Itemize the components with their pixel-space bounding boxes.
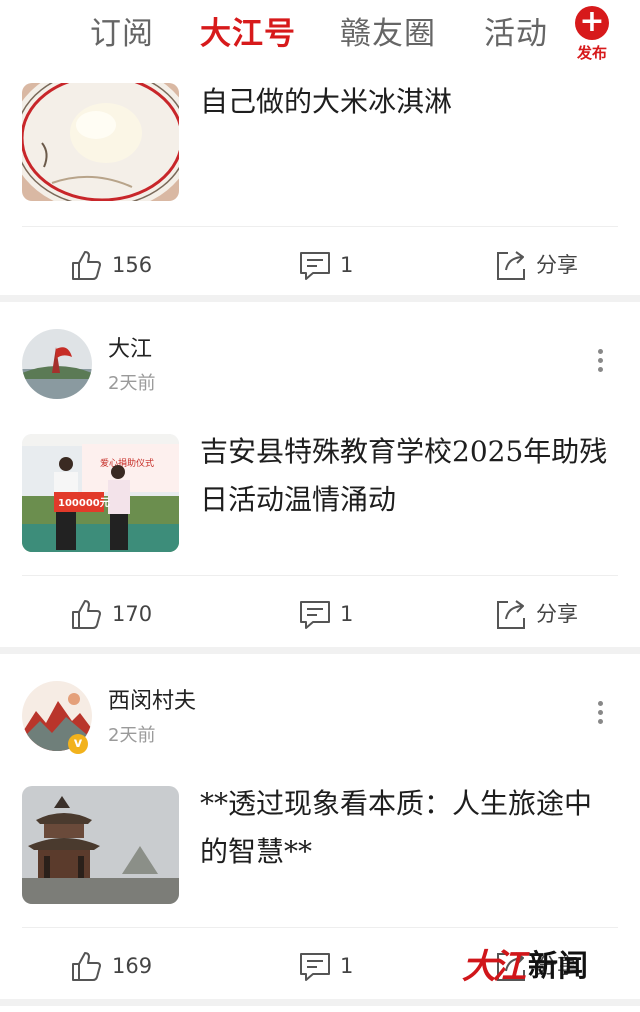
dajiang-news-watermark: 大江 新闻 — [462, 938, 588, 988]
comment-count: 1 — [340, 602, 354, 626]
post-title[interactable]: **透过现象看本质：人生旅途中的智慧** — [200, 780, 615, 876]
comment-count: 1 — [340, 954, 354, 978]
post-thumbnail-ceremony[interactable]: 爱心捐助仪式 100000元 — [22, 434, 179, 552]
post-action-bar: 156 1 分享 — [22, 226, 618, 300]
post-thumbnail-ice-cream[interactable] — [22, 83, 179, 201]
like-button[interactable]: 156 — [70, 247, 152, 283]
author-name[interactable]: 大江 — [108, 335, 152, 365]
more-options-icon[interactable] — [588, 698, 612, 728]
watermark-text: 新闻 — [528, 949, 588, 984]
tab-activity[interactable]: 活动 — [484, 12, 548, 56]
plus-icon: + — [575, 6, 609, 40]
verified-badge-icon: v — [68, 734, 88, 754]
share-button[interactable]: 分享 — [494, 596, 578, 632]
comment-button[interactable]: 1 — [298, 948, 353, 984]
comment-count: 1 — [340, 253, 354, 277]
more-options-icon[interactable] — [588, 346, 612, 376]
publish-label: 发布 — [576, 44, 607, 62]
comment-icon — [300, 601, 330, 629]
post-card[interactable]: 自己做的大米冰淇淋 156 1 分享 — [0, 70, 640, 295]
publish-button[interactable]: + 发布 — [570, 6, 614, 66]
photo-banner-text: 爱心捐助仪式 — [100, 457, 154, 469]
like-button[interactable]: 169 — [70, 948, 152, 984]
author-name[interactable]: 西闵村夫 — [108, 687, 196, 717]
avatar[interactable] — [22, 329, 92, 399]
post-time: 2天前 — [108, 725, 156, 746]
like-count: 170 — [112, 602, 153, 626]
like-count: 169 — [112, 954, 153, 978]
watermark-logo: 大江 — [462, 946, 526, 987]
post-title[interactable]: 吉安县特殊教育学校2025年助残日活动温情涌动 — [200, 428, 615, 524]
photo-board-text: 100000元 — [58, 497, 110, 509]
post-title[interactable]: 自己做的大米冰淇淋 — [200, 78, 615, 126]
share-button[interactable]: 分享 — [494, 247, 578, 283]
feed: 自己做的大米冰淇淋 156 1 分享 大江 2天前 爱心捐助仪式 100000元… — [0, 70, 640, 1006]
share-label: 分享 — [536, 602, 578, 626]
comment-button[interactable]: 1 — [298, 247, 353, 283]
tab-subscribe[interactable]: 订阅 — [90, 12, 154, 56]
thumbs-up-icon — [72, 251, 101, 280]
post-card[interactable]: 大江 2天前 爱心捐助仪式 100000元 吉安县特殊教育学校2025年助残日活… — [0, 302, 640, 647]
tab-ganyouquan[interactable]: 赣友圈 — [340, 12, 436, 56]
post-action-bar: 170 1 分享 — [22, 575, 618, 649]
share-icon — [497, 251, 525, 280]
tab-dajianghao[interactable]: 大江号 — [200, 12, 296, 56]
comment-icon — [300, 953, 330, 981]
post-time: 2天前 — [108, 373, 156, 394]
top-tab-bar: 订阅 大江号 赣友圈 活动 + 发布 — [0, 0, 640, 70]
post-thumbnail-pavilion[interactable] — [22, 786, 179, 904]
thumbs-up-icon — [72, 600, 101, 629]
share-icon — [497, 600, 525, 629]
comment-button[interactable]: 1 — [298, 596, 353, 632]
like-button[interactable]: 170 — [70, 596, 152, 632]
thumbs-up-icon — [72, 952, 101, 981]
share-label: 分享 — [536, 253, 578, 277]
like-count: 156 — [112, 253, 153, 277]
comment-icon — [300, 252, 330, 280]
